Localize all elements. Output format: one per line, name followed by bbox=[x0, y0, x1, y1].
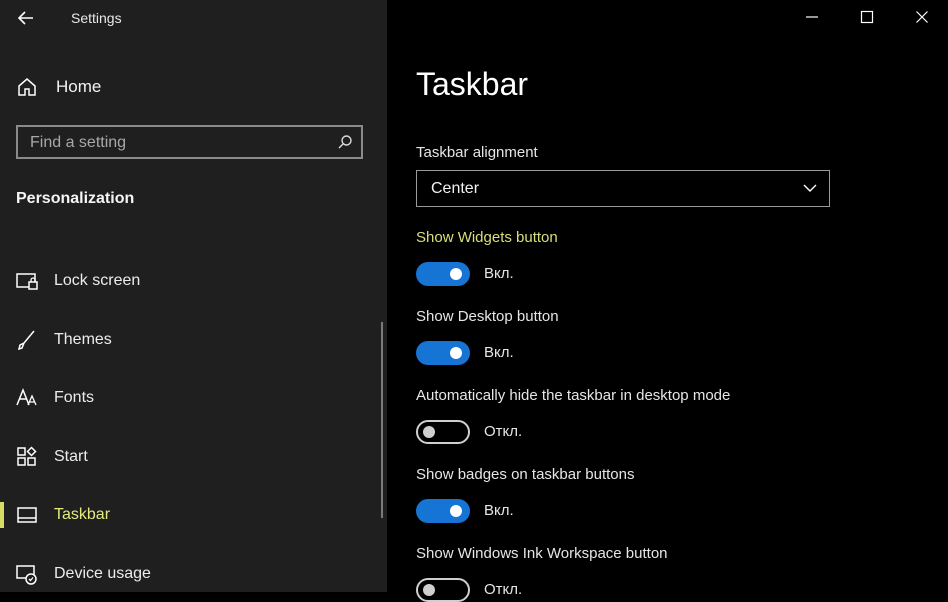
alignment-label: Taskbar alignment bbox=[416, 144, 538, 161]
toggle-knob bbox=[450, 347, 462, 359]
toggle-state-label: Откл. bbox=[484, 581, 523, 598]
taskbar-icon bbox=[17, 507, 37, 523]
toggle-knob bbox=[450, 268, 462, 280]
chevron-down-icon bbox=[803, 184, 817, 192]
selection-indicator bbox=[0, 502, 4, 528]
sidebar-item-label: Themes bbox=[54, 331, 112, 348]
sidebar: Settings Home Personalization Lock scree… bbox=[0, 0, 387, 592]
toggle-knob bbox=[423, 426, 435, 438]
search-icon[interactable] bbox=[337, 134, 353, 150]
section-title: Personalization bbox=[16, 190, 135, 207]
search-box[interactable] bbox=[16, 125, 363, 159]
desktop-toggle[interactable] bbox=[416, 341, 470, 365]
sidebar-item-label: Lock screen bbox=[54, 272, 141, 289]
toggle-knob bbox=[450, 505, 462, 517]
start-icon bbox=[17, 446, 37, 466]
sidebar-item-device-usage[interactable]: Device usage bbox=[0, 551, 380, 597]
lock-screen-icon bbox=[16, 273, 38, 290]
toggle-state-label: Откл. bbox=[484, 423, 523, 440]
alignment-value: Center bbox=[431, 180, 480, 197]
sidebar-item-start[interactable]: Start bbox=[0, 434, 380, 480]
sidebar-item-lock-screen[interactable]: Lock screen bbox=[0, 258, 380, 304]
autohide-setting-label: Automatically hide the taskbar in deskto… bbox=[416, 387, 731, 404]
sidebar-item-label: Start bbox=[54, 448, 88, 465]
ink-workspace-toggle[interactable] bbox=[416, 578, 470, 602]
sidebar-item-label: Taskbar bbox=[54, 506, 111, 523]
close-button[interactable] bbox=[899, 0, 945, 34]
autohide-toggle[interactable] bbox=[416, 420, 470, 444]
home-nav-item[interactable]: Home bbox=[16, 74, 101, 100]
close-icon bbox=[916, 11, 928, 23]
maximize-button[interactable] bbox=[844, 0, 890, 34]
sidebar-item-themes[interactable]: Themes bbox=[0, 317, 380, 363]
maximize-icon bbox=[860, 10, 874, 24]
ink-workspace-setting-label: Show Windows Ink Workspace button bbox=[416, 545, 668, 562]
sidebar-item-taskbar[interactable]: Taskbar bbox=[0, 492, 380, 538]
toggle-state-label: Вкл. bbox=[484, 265, 514, 282]
minimize-button[interactable] bbox=[789, 0, 835, 34]
search-input[interactable] bbox=[18, 127, 332, 159]
home-icon bbox=[18, 78, 36, 96]
device-usage-icon bbox=[16, 565, 37, 585]
widgets-setting-label: Show Widgets button bbox=[416, 229, 558, 246]
badges-setting-label: Show badges on taskbar buttons bbox=[416, 466, 635, 483]
app-title: Settings bbox=[71, 10, 122, 26]
sidebar-scrollbar[interactable] bbox=[381, 322, 383, 518]
widgets-toggle[interactable] bbox=[416, 262, 470, 286]
toggle-state-label: Вкл. bbox=[484, 502, 514, 519]
sidebar-item-label: Device usage bbox=[54, 565, 151, 582]
back-button[interactable] bbox=[14, 6, 38, 30]
page-title: Taskbar bbox=[416, 66, 529, 102]
sidebar-item-fonts[interactable]: Fonts bbox=[0, 375, 380, 421]
toggle-knob bbox=[423, 584, 435, 596]
alignment-dropdown[interactable]: Center bbox=[416, 170, 830, 207]
badges-toggle[interactable] bbox=[416, 499, 470, 523]
sidebar-item-label: Fonts bbox=[54, 389, 95, 406]
desktop-setting-label: Show Desktop button bbox=[416, 308, 559, 325]
minimize-icon bbox=[806, 16, 818, 18]
back-arrow-icon bbox=[17, 11, 33, 25]
home-label: Home bbox=[56, 77, 102, 96]
toggle-state-label: Вкл. bbox=[484, 344, 514, 361]
fonts-icon bbox=[16, 387, 37, 406]
brush-icon bbox=[17, 330, 35, 351]
